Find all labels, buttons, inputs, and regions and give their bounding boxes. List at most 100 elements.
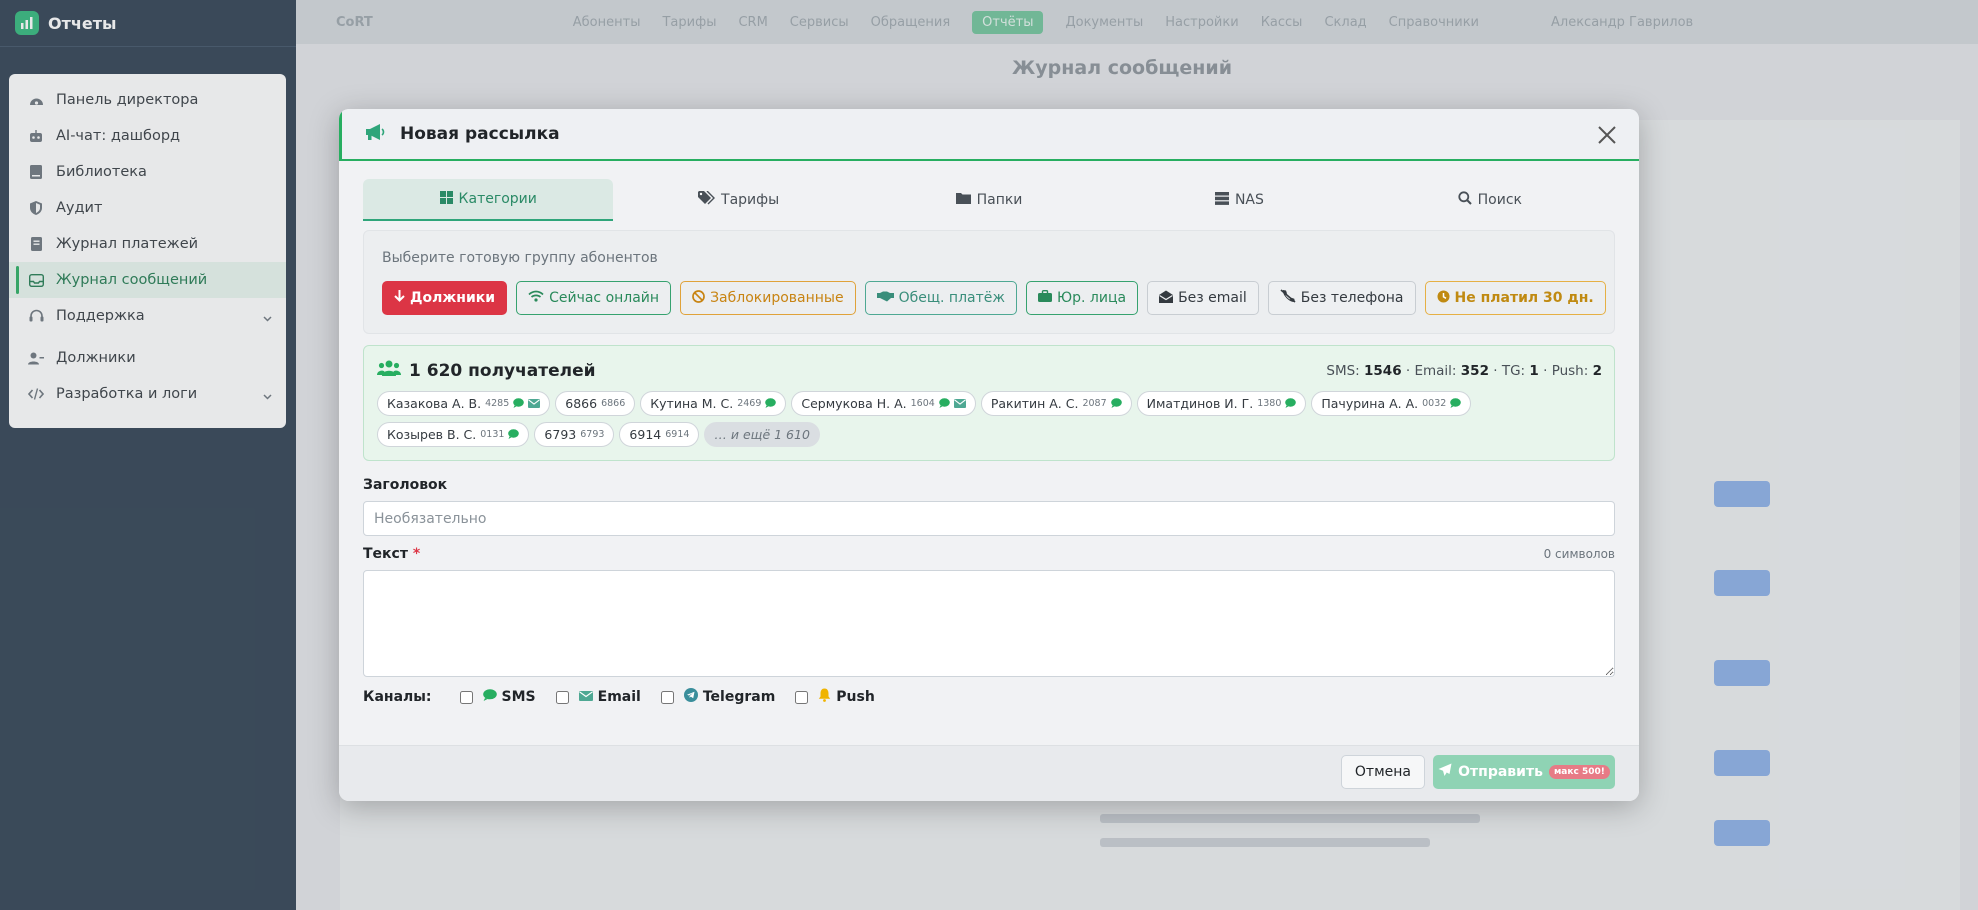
category-blocked-button[interactable]: Заблокированные bbox=[680, 281, 856, 315]
sms-icon bbox=[1285, 396, 1297, 411]
category-label: Без телефона bbox=[1300, 290, 1404, 306]
category-label: Юр. лица bbox=[1057, 290, 1127, 306]
recipient-name: Ракитин А. С. bbox=[990, 396, 1079, 411]
recipient-name: Иматдинов И. Г. bbox=[1146, 396, 1254, 411]
recipient-id: 1380 bbox=[1257, 398, 1282, 409]
recipients-list: Казакова А. В. 4285 6866 6866 Кутина М. С.… bbox=[377, 391, 1607, 447]
char-counter: 0 символов bbox=[1543, 547, 1615, 561]
paper-plane-icon bbox=[1438, 763, 1452, 781]
recipients-panel: 1 620 получателей SMS: 1546 · Email: 352… bbox=[363, 345, 1615, 461]
megaphone-icon bbox=[364, 123, 386, 145]
category-no-email-button[interactable]: Без email bbox=[1147, 281, 1259, 315]
recipient-chip: Сермукова Н. А. 1604 bbox=[791, 391, 976, 416]
sms-checkbox[interactable] bbox=[459, 690, 473, 704]
category-legal-entities-button[interactable]: Юр. лица bbox=[1026, 281, 1139, 315]
category-buttons: Должники Сейчас онлайн Заблокированные О… bbox=[382, 281, 1606, 315]
category-label: Заблокированные bbox=[710, 290, 844, 306]
category-promised-payment-button[interactable]: Обещ. платёж bbox=[864, 281, 1017, 315]
channel-push[interactable]: Push bbox=[795, 688, 875, 706]
phone-slash-icon bbox=[1280, 289, 1296, 307]
recipient-name: 6793 bbox=[544, 427, 577, 442]
wifi-icon bbox=[528, 290, 544, 306]
category-no-phone-button[interactable]: Без телефона bbox=[1267, 281, 1416, 315]
modal-title: Новая рассылка bbox=[400, 124, 560, 144]
tab-label: Поиск bbox=[1477, 192, 1522, 208]
tab-label: Тарифы bbox=[721, 192, 780, 208]
recipient-chip: Козырев В. С. 0131 bbox=[377, 422, 530, 447]
category-label: Обещ. платёж bbox=[898, 290, 1005, 306]
send-button[interactable]: Отправить макс 500! bbox=[1433, 755, 1615, 789]
email-stat-label: Email: bbox=[1414, 363, 1457, 379]
recipient-id: 1604 bbox=[910, 398, 935, 409]
category-label: Без email bbox=[1178, 290, 1247, 306]
push-stat-label: Push: bbox=[1551, 363, 1589, 379]
message-textarea[interactable] bbox=[363, 570, 1615, 677]
recipient-chip: Пачурина А. А. 0032 bbox=[1311, 391, 1472, 416]
tab-nas[interactable]: NAS bbox=[1114, 179, 1364, 221]
telegram-icon bbox=[683, 688, 698, 706]
channel-sms[interactable]: SMS bbox=[459, 689, 536, 705]
channel-label: Telegram bbox=[702, 689, 776, 705]
ban-icon bbox=[692, 289, 705, 307]
users-icon bbox=[377, 360, 401, 381]
channel-telegram[interactable]: Telegram bbox=[660, 688, 776, 706]
email-checkbox[interactable] bbox=[555, 690, 569, 704]
sms-icon bbox=[765, 396, 777, 411]
recipients-more-badge: … и ещё 1 610 bbox=[704, 422, 820, 447]
push-count: 2 bbox=[1592, 363, 1602, 379]
text-label-text: Текст bbox=[363, 546, 408, 562]
search-icon bbox=[1458, 191, 1472, 209]
bell-icon bbox=[818, 688, 831, 706]
email-count: 352 bbox=[1460, 363, 1489, 379]
folder-icon bbox=[955, 192, 971, 208]
recipients-count: 1 620 получателей bbox=[409, 360, 596, 381]
recipient-chip: 6914 6914 bbox=[619, 422, 700, 447]
sms-icon bbox=[1110, 396, 1122, 411]
category-label: Не платил 30 дн. bbox=[1454, 290, 1594, 306]
recipient-id: 0131 bbox=[480, 429, 505, 440]
send-limit-badge: макс 500! bbox=[1548, 765, 1610, 779]
new-mailing-modal: Новая рассылка Категории Тарифы Папки NA… bbox=[339, 109, 1639, 801]
channel-label: Email bbox=[597, 689, 641, 705]
close-icon[interactable] bbox=[1593, 121, 1621, 149]
send-label: Отправить bbox=[1458, 764, 1543, 780]
tg-count: 1 bbox=[1529, 363, 1539, 379]
sms-stat-label: SMS: bbox=[1326, 363, 1360, 379]
required-mark: * bbox=[412, 546, 421, 562]
cancel-button[interactable]: Отмена bbox=[1340, 755, 1425, 789]
channel-email[interactable]: Email bbox=[555, 689, 641, 705]
grid-icon bbox=[439, 190, 453, 208]
envelope-open-icon bbox=[1159, 290, 1174, 307]
tab-categories[interactable]: Категории bbox=[363, 179, 614, 221]
sms-icon bbox=[508, 427, 520, 442]
tab-label: NAS bbox=[1234, 192, 1264, 208]
subject-input[interactable] bbox=[363, 501, 1615, 536]
telegram-checkbox[interactable] bbox=[660, 690, 674, 704]
tab-search[interactable]: Поиск bbox=[1365, 179, 1615, 221]
recipients-channel-stats: SMS: 1546 · Email: 352 · TG: 1 · Push: 2 bbox=[1326, 363, 1602, 379]
category-label: Должники bbox=[410, 290, 496, 306]
recipient-name: Кутина М. С. bbox=[650, 396, 734, 411]
channel-label: Push bbox=[836, 689, 875, 705]
clock-icon bbox=[1437, 290, 1450, 307]
category-debtors-button[interactable]: Должники bbox=[382, 281, 508, 315]
modal-header: Новая рассылка bbox=[339, 109, 1639, 161]
modal-footer: Отмена Отправить макс 500! bbox=[339, 745, 1639, 801]
recipient-chip: 6866 6866 bbox=[555, 391, 636, 416]
email-icon bbox=[953, 396, 966, 411]
push-checkbox[interactable] bbox=[795, 690, 809, 704]
recipient-id: 6793 bbox=[580, 429, 605, 440]
tab-tariffs[interactable]: Тарифы bbox=[613, 179, 863, 221]
channels-row: Каналы: SMS Email Telegram Push bbox=[363, 688, 895, 706]
category-online-button[interactable]: Сейчас онлайн bbox=[516, 281, 672, 315]
recipient-chip: Иматдинов И. Г. 1380 bbox=[1136, 391, 1307, 416]
recipient-id: 6914 bbox=[665, 429, 690, 440]
tab-folders[interactable]: Папки bbox=[864, 179, 1114, 221]
recipient-id: 2087 bbox=[1082, 398, 1107, 409]
recipient-name: Козырев В. С. bbox=[387, 427, 477, 442]
recipient-name: 6914 bbox=[629, 427, 662, 442]
category-label: Сейчас онлайн bbox=[549, 290, 660, 306]
email-icon bbox=[528, 396, 541, 411]
category-no-payment-30-days-button[interactable]: Не платил 30 дн. bbox=[1424, 281, 1606, 315]
recipient-id: 4285 bbox=[485, 398, 510, 409]
